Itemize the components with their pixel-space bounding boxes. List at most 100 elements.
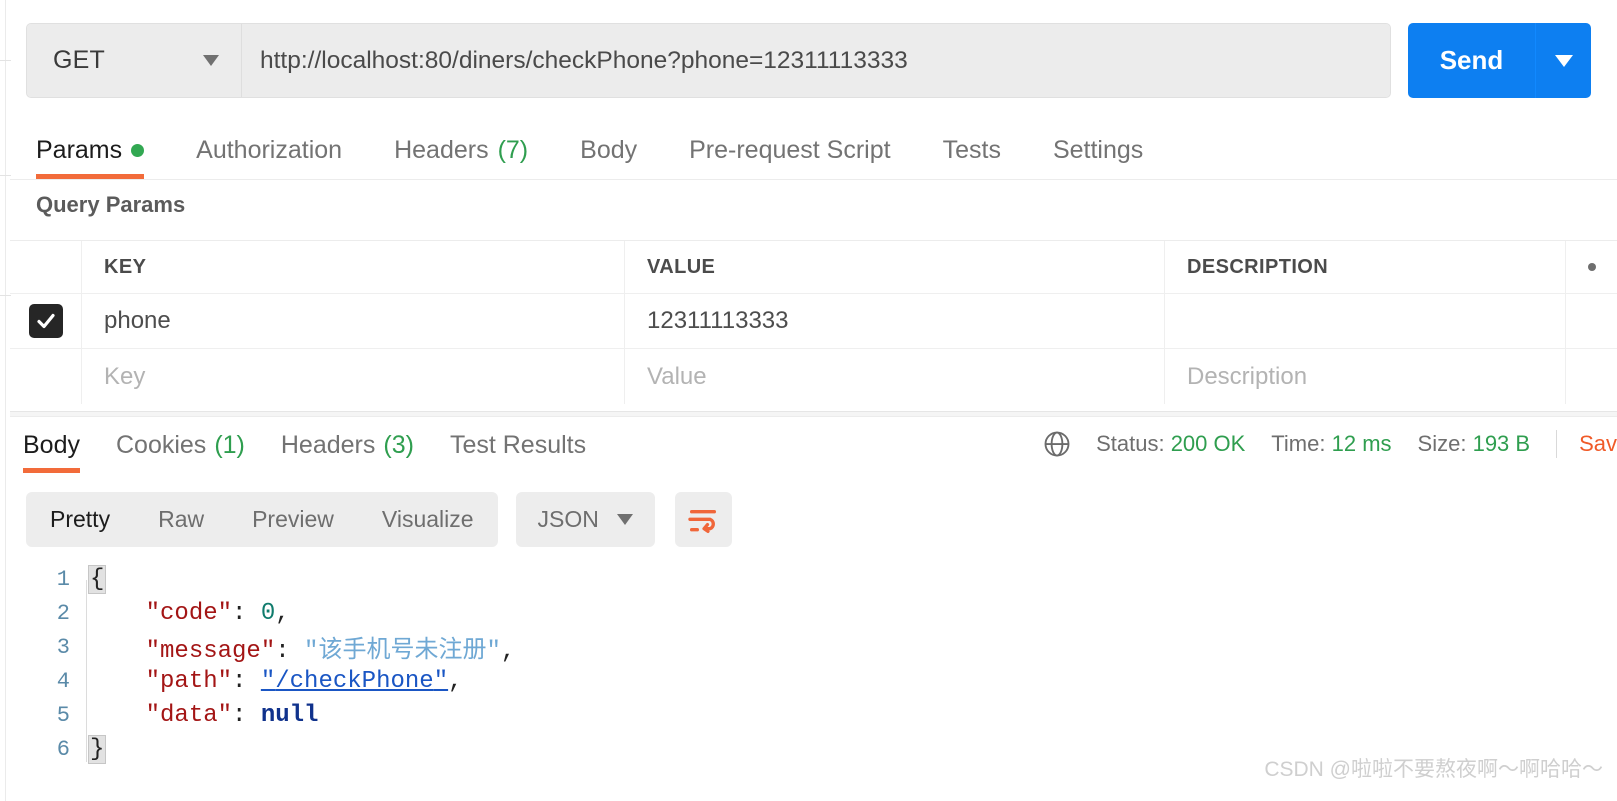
cookies-count-badge: (1) — [214, 430, 245, 459]
active-tab-underline — [36, 174, 145, 179]
header-key-cell: KEY — [82, 241, 625, 293]
line-number: 4 — [56, 668, 70, 694]
tab-label: Params — [36, 135, 123, 164]
json-colon: : — [232, 667, 261, 695]
value-placeholder: Value — [647, 362, 707, 390]
tab-label: Body — [23, 430, 80, 459]
meta-divider — [1556, 430, 1558, 458]
headers-count-badge: (7) — [497, 135, 529, 164]
json-comma: , — [448, 667, 463, 695]
size-metric: Size: 193 B — [1418, 431, 1531, 457]
json-colon: : — [232, 701, 261, 729]
send-options-button[interactable] — [1536, 23, 1591, 98]
code-text: "message": "该手机号未注册", — [88, 629, 516, 665]
response-tab-test-results[interactable]: Test Results — [450, 417, 586, 473]
word-wrap-icon — [688, 509, 717, 533]
param-enabled-checkbox[interactable] — [28, 304, 63, 338]
empty-row-key-cell[interactable]: Key — [82, 349, 625, 404]
line-number: 6 — [56, 736, 70, 762]
time-value: 12 ms — [1331, 431, 1392, 456]
code-line: 1 { — [10, 562, 1617, 596]
status-value: 200 OK — [1170, 431, 1246, 456]
line-number: 5 — [56, 702, 70, 728]
response-body-toolbar: Pretty Raw Preview Visualize JSON — [26, 492, 732, 547]
column-header-value: VALUE — [647, 255, 716, 278]
code-line: 5 "data": null — [10, 698, 1617, 732]
column-header-key: KEY — [104, 255, 147, 278]
view-visualize-button[interactable]: Visualize — [358, 492, 498, 547]
globe-icon[interactable] — [1042, 429, 1072, 459]
tab-headers[interactable]: Headers (7) — [394, 122, 528, 178]
query-params-title: Query Params — [36, 192, 186, 217]
chevron-down-icon — [1554, 54, 1573, 67]
time-label: Time: — [1271, 431, 1326, 456]
watermark-text: CSDN @啦啦不要熬夜啊～啊哈哈～ — [1264, 758, 1603, 781]
json-open-brace: { — [88, 564, 107, 594]
send-button[interactable]: Send — [1408, 23, 1536, 98]
tab-pre-request-script[interactable]: Pre-request Script — [689, 122, 890, 178]
column-header-description: DESCRIPTION — [1187, 255, 1329, 278]
active-tab-underline — [23, 468, 80, 473]
status-label: Status: — [1096, 431, 1165, 456]
response-meta-bar: Status: 200 OK Time: 12 ms Size: 193 B S… — [1042, 429, 1617, 459]
table-row: phone 12311113333 — [10, 294, 1617, 349]
query-params-table: KEY VALUE DESCRIPTION phone 12311113333 … — [10, 240, 1617, 404]
tab-body[interactable]: Body — [580, 122, 637, 178]
json-quote-open: " — [260, 667, 276, 695]
row-key-cell[interactable]: phone — [82, 294, 625, 348]
format-label: JSON — [537, 506, 599, 532]
json-colon: : — [232, 599, 261, 627]
method-url-group: GET — [26, 23, 1391, 98]
empty-row-description-cell[interactable]: Description — [1165, 349, 1565, 404]
json-key: "code" — [145, 599, 233, 627]
code-text: "data": null — [88, 701, 319, 729]
code-text: "path": "/checkPhone", — [88, 668, 463, 695]
row-checkbox-cell — [10, 294, 82, 348]
json-number-value: 0 — [260, 599, 276, 627]
response-tab-headers[interactable]: Headers (3) — [281, 417, 414, 473]
request-url-input[interactable] — [242, 24, 1390, 97]
view-preview-button[interactable]: Preview — [228, 492, 358, 547]
response-tab-body[interactable]: Body — [23, 417, 80, 473]
chevron-down-icon — [203, 55, 219, 66]
tab-authorization[interactable]: Authorization — [196, 122, 342, 178]
tab-label: Authorization — [196, 135, 343, 164]
json-colon: : — [275, 638, 305, 665]
json-key: "message" — [145, 638, 276, 665]
table-row-empty: Key Value Description — [10, 349, 1617, 404]
bulk-edit-button[interactable] — [1565, 241, 1617, 293]
param-value-text: 12311113333 — [647, 307, 789, 334]
word-wrap-button[interactable] — [674, 492, 732, 547]
key-placeholder: Key — [104, 362, 146, 390]
response-tab-cookies[interactable]: Cookies (1) — [116, 417, 245, 473]
line-number: 2 — [56, 600, 70, 626]
row-value-cell[interactable]: 12311113333 — [625, 294, 1165, 348]
tab-params[interactable]: Params — [36, 122, 145, 179]
code-text: { — [88, 564, 107, 594]
code-line: 2 "code": 0, — [10, 596, 1617, 630]
postman-request-response-view: GET Send Params Authorization Headers (7… — [0, 0, 1617, 801]
tab-label: Settings — [1052, 135, 1144, 164]
header-description-cell: DESCRIPTION — [1165, 241, 1565, 293]
empty-row-value-cell[interactable]: Value — [625, 349, 1165, 404]
header-checkbox-cell — [10, 241, 82, 293]
tab-settings[interactable]: Settings — [1053, 122, 1143, 178]
http-method-select[interactable]: GET — [27, 24, 242, 97]
tab-label: Cookies — [115, 430, 207, 459]
response-format-select[interactable]: JSON — [515, 492, 655, 547]
code-text: "code": 0, — [88, 600, 290, 627]
view-pretty-button[interactable]: Pretty — [26, 492, 134, 547]
line-number: 3 — [56, 634, 70, 660]
tab-label: Pre-request Script — [689, 135, 891, 164]
json-link-value[interactable]: /checkPhone — [275, 668, 433, 695]
headers-count-badge: (3) — [383, 430, 414, 459]
json-key: "path" — [145, 667, 233, 695]
left-edge-rail — [5, 0, 6, 801]
tab-label: Headers — [394, 135, 489, 164]
row-description-cell[interactable] — [1165, 294, 1565, 348]
tab-tests[interactable]: Tests — [943, 122, 1001, 178]
save-response-button[interactable]: Sav — [1579, 431, 1617, 457]
ellipsis-icon — [1587, 263, 1596, 271]
size-value: 193 B — [1472, 431, 1531, 456]
view-raw-button[interactable]: Raw — [134, 492, 228, 547]
